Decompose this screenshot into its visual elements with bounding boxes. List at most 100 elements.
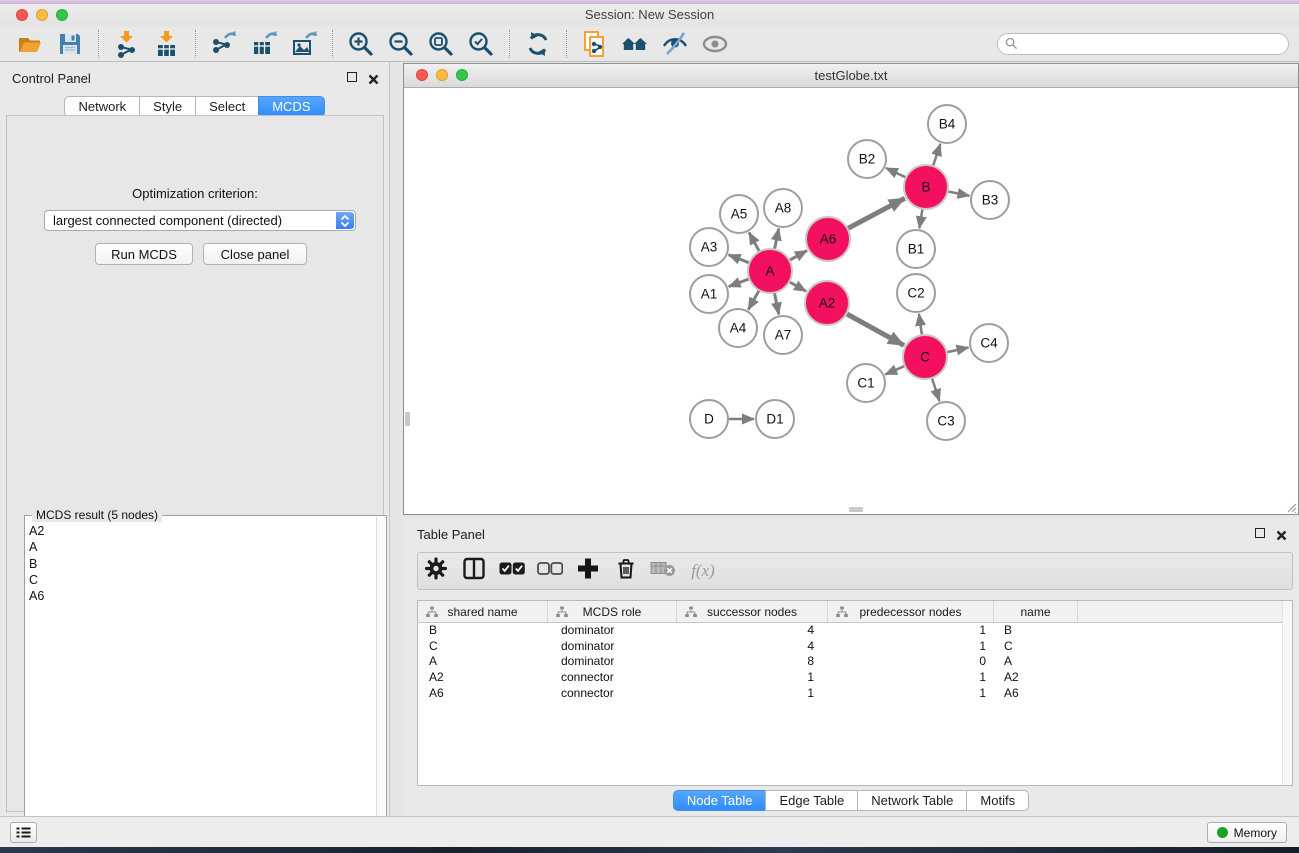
new-network-from-selection-icon[interactable] [580,29,610,59]
node-C2[interactable]: C2 [897,274,935,312]
node-A7[interactable]: A7 [764,316,802,354]
zoom-out-icon[interactable] [386,29,416,59]
zoom-window-button[interactable] [56,9,68,21]
close-panel-button[interactable]: Close panel [203,243,307,265]
vertical-scroll-mark[interactable] [405,412,410,426]
memory-button[interactable]: Memory [1207,822,1287,843]
tab-network-table[interactable]: Network Table [857,790,967,811]
close-table-panel-icon[interactable] [1276,528,1287,546]
column-header-name[interactable]: name [994,601,1078,622]
horizontal-scroll-mark[interactable] [849,507,863,512]
zoom-selected-icon[interactable] [466,29,496,59]
show-columns-icon[interactable] [462,557,486,586]
gear-icon[interactable] [424,557,448,586]
select-all-checkboxes-icon[interactable] [499,562,525,581]
task-history-button[interactable] [10,822,37,843]
close-network-button[interactable] [416,69,428,81]
mcds-result-item[interactable]: A [29,539,374,555]
tab-motifs[interactable]: Motifs [966,790,1029,811]
node-C4[interactable]: C4 [970,324,1008,362]
open-session-icon[interactable] [15,29,45,59]
delete-table-icon[interactable] [650,560,676,583]
mcds-result-item[interactable]: A6 [29,588,374,604]
table-row[interactable]: A2connector11A2 [418,670,1292,686]
float-panel-icon[interactable] [347,72,357,82]
node-A[interactable]: A [748,249,792,293]
criterion-select[interactable]: largest connected component (directed) [44,210,356,231]
tab-style[interactable]: Style [139,96,196,117]
node-B4[interactable]: B4 [928,105,966,143]
cell-mcds-role: dominator [548,654,677,670]
tab-network[interactable]: Network [64,96,140,117]
memory-label: Memory [1234,826,1277,840]
node-C3[interactable]: C3 [927,402,965,440]
show-all-icon[interactable] [700,29,730,59]
node-C1[interactable]: C1 [847,364,885,402]
cell-predecessor-nodes: 0 [828,654,994,670]
float-table-panel-icon[interactable] [1255,528,1265,538]
table-scrollbar[interactable] [1282,601,1292,785]
export-network-icon[interactable] [209,29,239,59]
network-window-titlebar[interactable]: testGlobe.txt [404,64,1298,88]
tab-edge-table[interactable]: Edge Table [765,790,858,811]
search-input[interactable] [1023,35,1288,53]
trash-icon[interactable] [614,557,638,586]
tab-node-table[interactable]: Node Table [673,790,767,811]
import-table-from-file-icon[interactable] [152,29,182,59]
export-image-icon[interactable] [289,29,319,59]
node-A8[interactable]: A8 [764,189,802,227]
first-neighbors-icon[interactable] [620,29,650,59]
node-A6[interactable]: A6 [806,217,850,261]
hide-selected-icon[interactable] [660,29,690,59]
result-scrollbar[interactable] [376,517,385,852]
node-A3[interactable]: A3 [690,228,728,266]
save-session-icon[interactable] [55,29,85,59]
table-row[interactable]: Adominator80A [418,654,1292,670]
node-C[interactable]: C [903,335,947,379]
zoom-network-button[interactable] [456,69,468,81]
table-row[interactable]: Bdominator41B [418,623,1292,639]
svg-text:B2: B2 [859,152,876,167]
function-builder-icon[interactable]: f(x) [691,561,715,581]
column-header-shared-name[interactable]: shared name [418,601,548,622]
node-A4[interactable]: A4 [719,309,757,347]
tab-mcds[interactable]: MCDS [258,96,324,117]
zoom-in-icon[interactable] [346,29,376,59]
add-column-icon[interactable] [577,558,599,585]
svg-text:A1: A1 [701,287,718,302]
mcds-result-item[interactable]: B [29,556,374,572]
network-graph: B4 B2 B B3 A5A8A6 A3 B1 A A1 C2 A2 A4A7 C4 C C1 C3 D D1 [404,89,1298,515]
node-D[interactable]: D [690,400,728,438]
network-canvas[interactable]: B4 B2 B B3 A5A8A6 A3 B1 A A1 C2 A2 A4A7 C4 C C1 C3 D D1 [404,89,1298,514]
mcds-result-item[interactable]: A2 [29,523,374,539]
resize-grip-icon[interactable] [1285,501,1297,513]
node-A2[interactable]: A2 [805,281,849,325]
node-B[interactable]: B [904,165,948,209]
zoom-fit-content-icon[interactable] [426,29,456,59]
node-B1[interactable]: B1 [897,230,935,268]
apply-preferred-layout-icon[interactable] [523,29,553,59]
minimize-window-button[interactable] [36,9,48,21]
import-network-from-file-icon[interactable] [112,29,142,59]
node-B3[interactable]: B3 [971,181,1009,219]
minimize-network-button[interactable] [436,69,448,81]
run-mcds-button[interactable]: Run MCDS [95,243,193,265]
column-header-predecessor-nodes[interactable]: predecessor nodes [828,601,994,622]
export-table-icon[interactable] [249,29,279,59]
mcds-result-list: A2ABCA6 [29,523,374,851]
mcds-result-item[interactable]: C [29,572,374,588]
table-row[interactable]: Cdominator41C [418,639,1292,655]
close-window-button[interactable] [16,9,28,21]
toolbar-separator [509,30,510,58]
tab-select[interactable]: Select [195,96,259,117]
deselect-all-checkboxes-icon[interactable] [537,562,563,581]
node-B2[interactable]: B2 [848,140,886,178]
column-header-successor-nodes[interactable]: successor nodes [677,601,828,622]
close-panel-icon[interactable] [368,72,379,90]
node-A1[interactable]: A1 [690,275,728,313]
table-row[interactable]: A6connector11A6 [418,686,1292,702]
node-A5[interactable]: A5 [720,195,758,233]
search-field [997,33,1289,55]
column-header-mcds-role[interactable]: MCDS role [548,601,677,622]
node-D1[interactable]: D1 [756,400,794,438]
